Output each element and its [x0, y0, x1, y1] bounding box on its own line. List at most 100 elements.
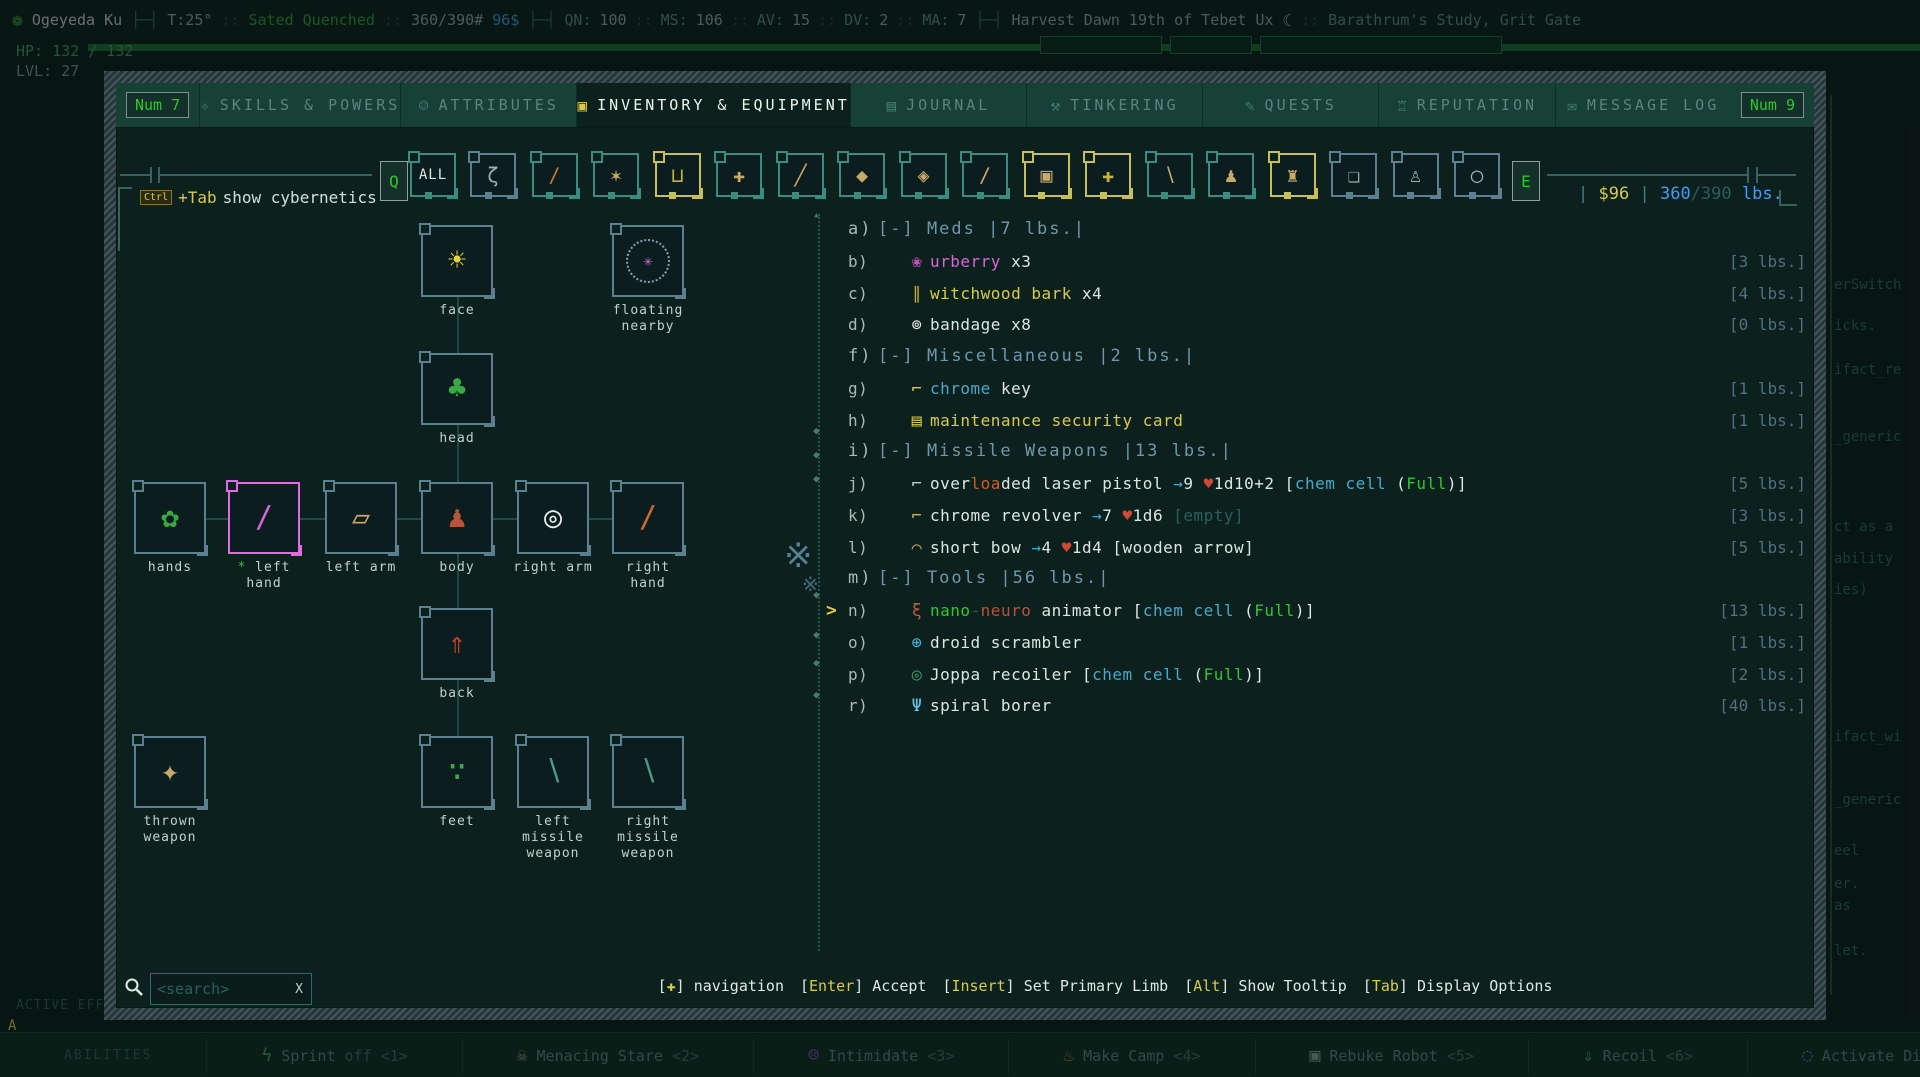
tab-label: MESSAGE LOG	[1586, 96, 1720, 114]
feet-item-icon: ∵	[447, 754, 467, 789]
filter-figurines[interactable]: ♟	[1206, 151, 1256, 199]
filter-tonics[interactable]: ✚	[1083, 151, 1133, 199]
inventory-category-row[interactable]: f) [-] Miscellaneous |2 lbs.|	[848, 341, 1806, 373]
filter-water-containers[interactable]: ◈	[898, 151, 949, 199]
item-name: witchwood bark x4	[930, 284, 1102, 303]
slot-label-line: right	[625, 814, 671, 829]
equipment-slot-left-arm[interactable]: ▱	[323, 480, 399, 556]
inventory-item-row[interactable]: p) ◎ Joppa recoiler [chem cell (Full)] [2 l…	[848, 659, 1806, 691]
filter-wands[interactable]: ∕	[960, 151, 1010, 199]
search-input[interactable]	[151, 980, 296, 998]
text-segment: 9	[1183, 474, 1204, 493]
filter-books[interactable]: ❏	[1329, 151, 1379, 199]
inventory-item-row[interactable]: o) ⊕ droid scrambler [1 lbs.]	[848, 627, 1806, 659]
hint-label: Display Options	[1416, 977, 1553, 995]
tab-label: QUESTS	[1264, 96, 1337, 114]
left-arm-item-icon: ▱	[351, 500, 371, 535]
inventory-item-row[interactable]: k) ⌐ chrome revolver →7 ♥1d6 [empty] [3 lbs…	[848, 500, 1806, 532]
keyhint-alt: [Alt] Show Tooltip	[1184, 977, 1347, 995]
equipment-slot-thrown-weapon[interactable]: ✦	[132, 734, 208, 810]
filter-applicators[interactable]: ✚	[714, 151, 764, 199]
slot-label-line: back	[439, 686, 475, 701]
inventory-item-row[interactable]: > n) ξ nano-neuro animator [chem cell (Full…	[826, 595, 1806, 627]
tab-reputation[interactable]: ♖ REPUTATION	[1378, 83, 1554, 127]
item-weight: [0 lbs.]	[1728, 315, 1806, 335]
inventory-item-row[interactable]: r) Ψspiral borer [40 lbs.]	[848, 690, 1806, 722]
tab-quests-icon: ✎	[1244, 95, 1255, 115]
filter-bones[interactable]: ╱	[775, 151, 826, 199]
equipment-slot-label: right hand	[593, 560, 703, 592]
tab-attributes[interactable]: ☺ ATTRIBUTES	[400, 83, 576, 127]
equipment-slot-head[interactable]: ♣	[419, 351, 495, 427]
floating-nearby-item-icon: ✳	[643, 251, 653, 270]
tab-quests[interactable]: ✎ QUESTS	[1202, 83, 1378, 127]
filter-all-button[interactable]: ALL	[408, 151, 458, 199]
inventory-item-row[interactable]: l) ⌒ short bow →4 ♥1d4 [wooden arrow] [5 lb…	[848, 532, 1806, 564]
bracket: ]	[1005, 977, 1024, 995]
filter-figurines-icon: ♟	[1224, 163, 1238, 187]
filter-armor-icon: ♙	[1409, 163, 1422, 187]
filter-missile-weapons[interactable]: ∖	[1144, 151, 1195, 199]
inventory-item-row[interactable]: j) ⌐ overloaded laser pistol →9 ♥1d10+2 [c…	[848, 468, 1806, 500]
item-name: maintenance security card	[930, 411, 1183, 430]
equipment-slot-face[interactable]: ☀	[419, 223, 495, 299]
equipment-slot-left-missile-weapon[interactable]: ∖	[515, 734, 591, 810]
filter-armor[interactable]: ♙	[1390, 151, 1441, 199]
filter-chests[interactable]: ▣	[1021, 151, 1072, 199]
tab-message-log[interactable]: ✉ MESSAGE LOG	[1554, 83, 1731, 127]
corner-tick	[1468, 192, 1476, 199]
inventory-category-row[interactable]: i) [-] Missile Weapons |13 lbs.|	[848, 436, 1806, 468]
equipment-slot-back[interactable]: ⇑	[419, 606, 495, 682]
filter-bones-icon: ╱	[794, 163, 807, 187]
corner-tick	[546, 192, 554, 199]
equipment-slot-floating-nearby[interactable]: ✳	[610, 223, 686, 299]
selected-row-cursor: >	[826, 600, 838, 621]
text-segment: )]	[1294, 601, 1316, 620]
inventory-item-row[interactable]: g) ⌐ chrome key [1 lbs.]	[848, 373, 1806, 405]
droid-scrambler-icon: ⊕	[911, 632, 923, 653]
item-hotkey-letter: d)	[848, 315, 869, 335]
inventory-category-row[interactable]: m) [-] Tools |56 lbs.|	[848, 563, 1806, 595]
divider-ornament: ◆	[813, 656, 820, 669]
filter-artifacts[interactable]: ♜	[1267, 151, 1318, 199]
equip-filter-keycap: E	[1512, 161, 1540, 201]
equipment-slot-hands[interactable]: ✿	[132, 480, 208, 556]
inventory-item-row[interactable]: c) ∥ witchwood bark x4 [4 lbs.]	[848, 278, 1806, 310]
inventory-category-row[interactable]: a) [-] Meds |7 lbs.|	[848, 214, 1806, 246]
equipment-slot-right-missile-weapon[interactable]: ∖	[610, 734, 686, 810]
filter-trade-goods[interactable]: ◆	[837, 151, 887, 199]
search-clear-button[interactable]: X	[295, 982, 311, 997]
inventory-item-row[interactable]: b) ❀ urberry x3 [3 lbs.]	[848, 246, 1806, 278]
equipment-slot-body[interactable]: ♟	[419, 480, 495, 556]
thrown-weapon-item-icon: ✦	[160, 754, 180, 789]
filter-rings[interactable]: ◯	[1452, 151, 1502, 199]
text-segment: over	[930, 474, 971, 493]
slot-label-line: * left	[237, 560, 291, 575]
text-segment: (	[1386, 474, 1407, 493]
tab-label: JOURNAL	[906, 96, 991, 114]
item-hotkey-letter: p)	[848, 664, 869, 684]
filter-corpses[interactable]: ζ	[468, 151, 518, 199]
filter-preserves-jar[interactable]: ⊔	[652, 151, 703, 199]
equipment-slot-feet[interactable]: ∵	[419, 734, 495, 810]
joppa-recoiler-icon: ◎	[911, 664, 923, 685]
equipment-slot-right-arm[interactable]: ◎	[515, 480, 591, 556]
slot-label-line: feet	[439, 814, 475, 829]
tab-journal[interactable]: ▤ JOURNAL	[849, 83, 1026, 127]
equipment-slot-right-hand[interactable]: ∕	[610, 480, 686, 556]
tab-tinkering[interactable]: ⚒ TINKERING	[1026, 83, 1202, 127]
text-segment: (	[1183, 664, 1204, 684]
keyhint-enter: [Enter] Accept	[800, 977, 926, 995]
tab-inventory-equipment[interactable]: ▣ INVENTORY & EQUIPMENT	[576, 83, 850, 127]
corner-tick	[1038, 192, 1046, 199]
inventory-item-row[interactable]: h) ▤ maintenance security card [1 lbs.]	[848, 405, 1806, 437]
dpad-icon: ✚	[666, 977, 676, 995]
inventory-item-row[interactable]: d) ⊚ bandage x8 [0 lbs.]	[848, 309, 1806, 341]
tab-skills-powers[interactable]: ✧ SKILLS & POWERS	[199, 83, 400, 127]
equipment-slot-label: floating nearby	[593, 303, 703, 335]
bracket: ]	[1220, 977, 1239, 995]
filter-creature-parts[interactable]: ✶	[591, 151, 641, 199]
equipment-slot-left-hand[interactable]: ∕	[226, 480, 302, 556]
equipment-slot-label: right missile weapon	[593, 814, 703, 862]
filter-torches[interactable]: ∕	[529, 151, 580, 199]
